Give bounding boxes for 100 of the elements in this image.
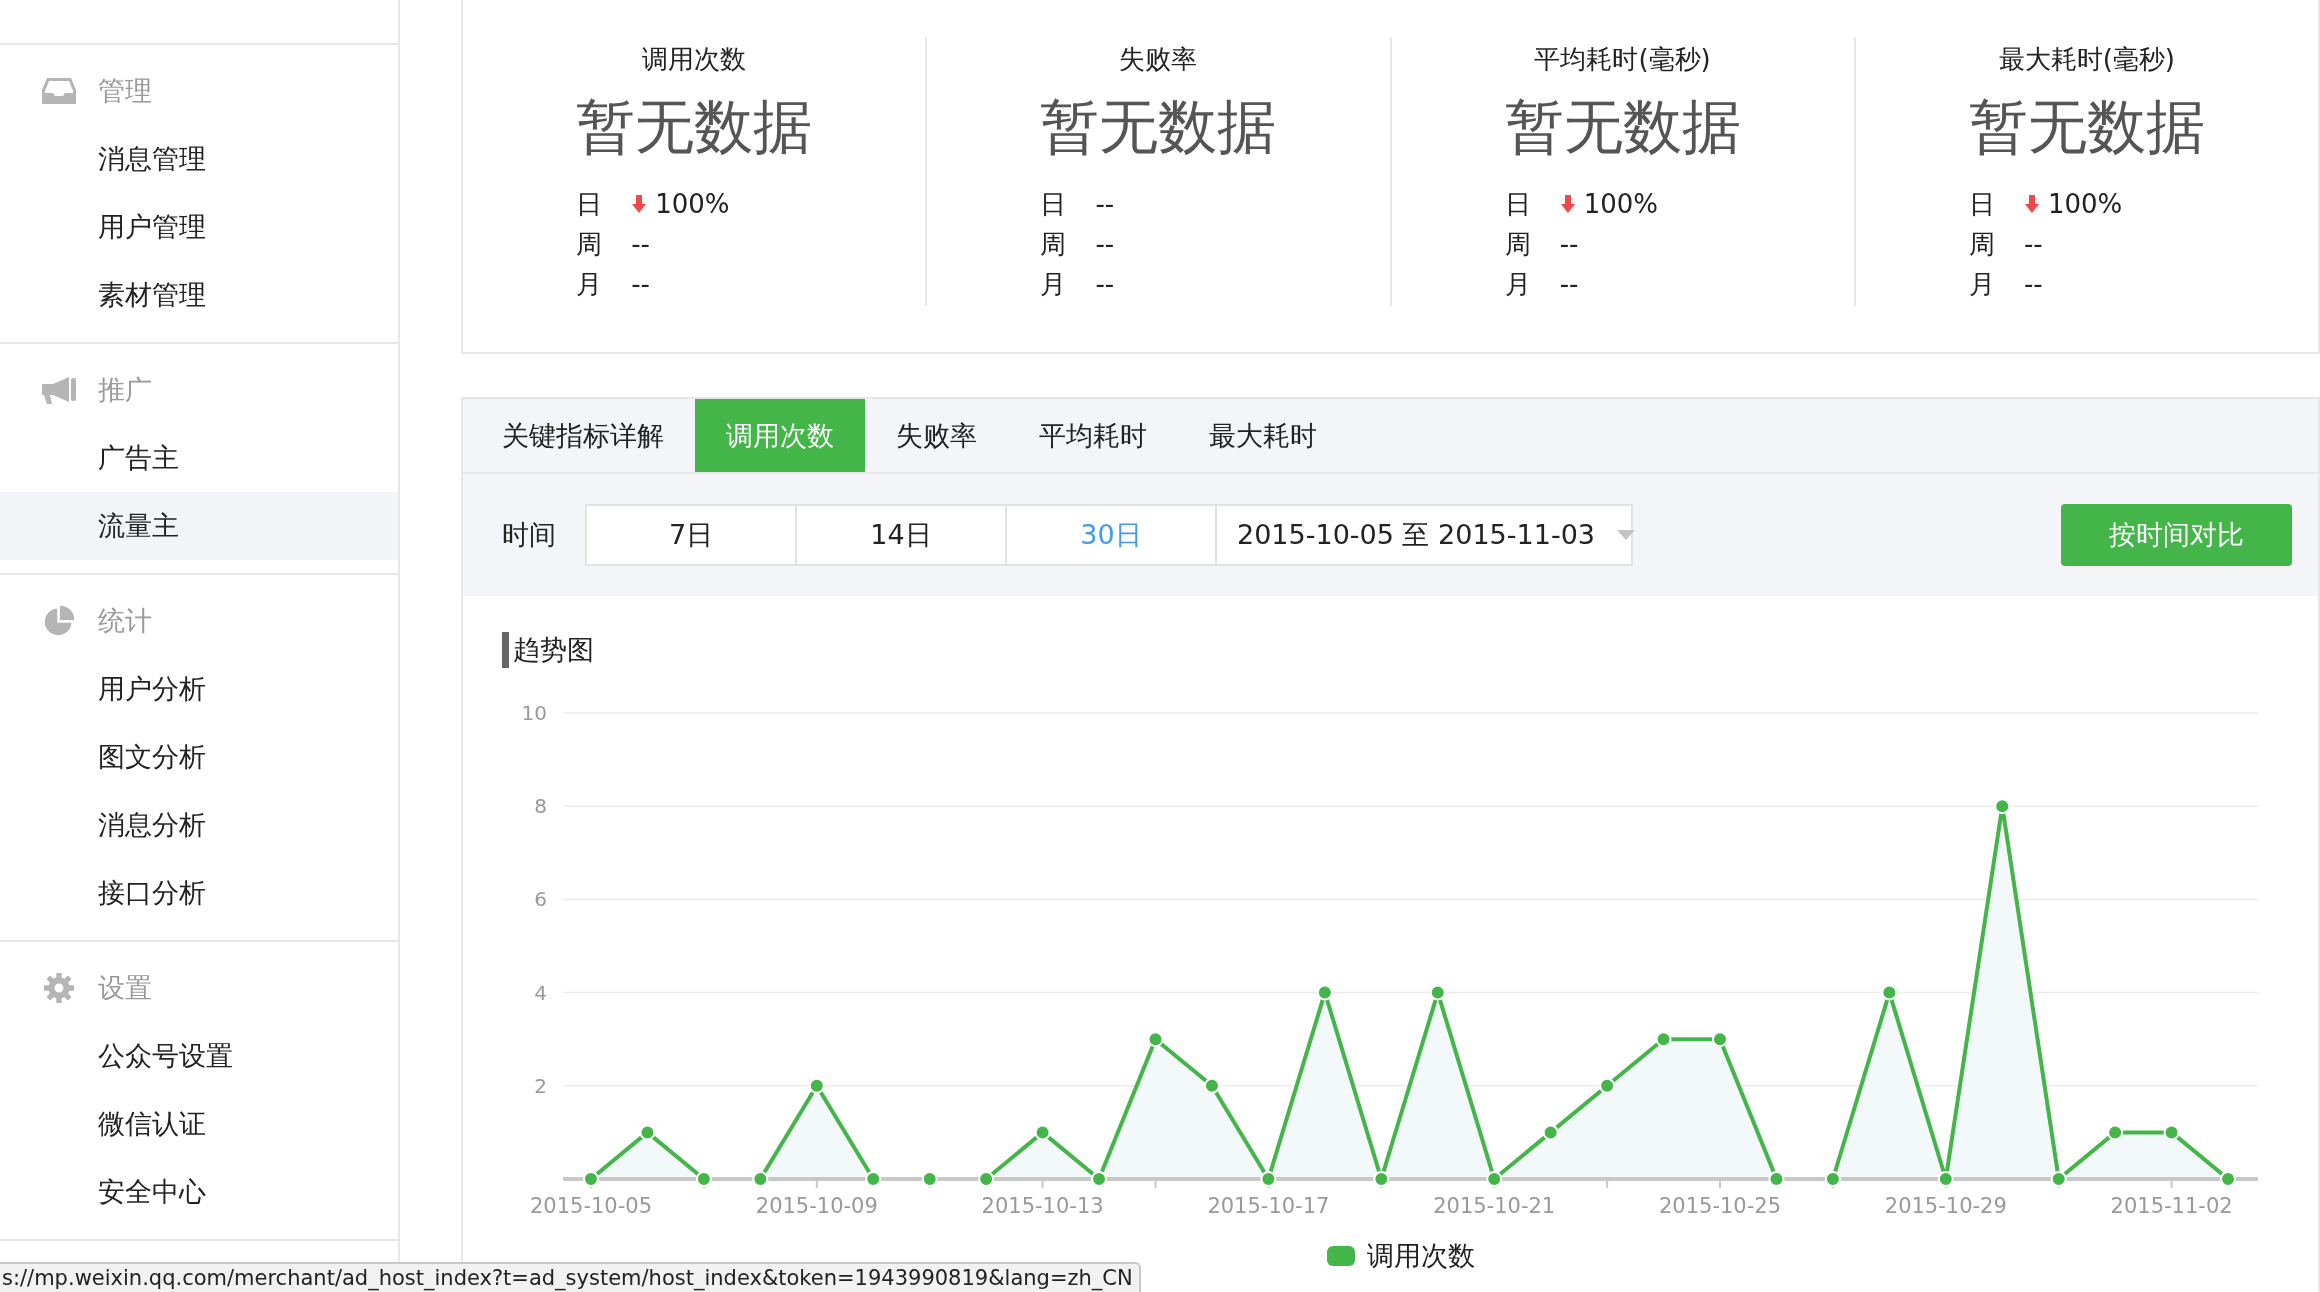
sidebar-section-title: 设置 (98, 971, 152, 1005)
sidebar-item[interactable]: 微信认证 (0, 1090, 398, 1158)
x-axis-label: 2015-10-05 (530, 1194, 652, 1218)
change-value: 100% (655, 189, 730, 219)
data-point (2220, 1171, 2237, 1187)
data-point (1091, 1171, 1108, 1187)
data-point (1994, 798, 2011, 815)
sidebar-item[interactable]: 消息分析 (0, 791, 398, 859)
stat-value: 暂无数据 (1968, 92, 2205, 162)
down-arrow-icon (2023, 194, 2040, 214)
data-point (752, 1171, 769, 1187)
sidebar-item[interactable]: 用户分析 (0, 655, 398, 723)
settings-icon (41, 972, 77, 1004)
caret-icon (1617, 530, 1635, 540)
date-range-dropdown[interactable]: 2015-10-05 至 2015-11-03 (1217, 506, 1631, 564)
data-point (639, 1124, 656, 1141)
change-value: -- (1095, 269, 1115, 299)
data-point (1316, 984, 1333, 1001)
sidebar-item[interactable]: 图文分析 (0, 723, 398, 791)
data-point (1260, 1171, 1277, 1187)
period-label: 周 (576, 227, 604, 261)
stat-value: 暂无数据 (576, 92, 813, 162)
x-axis-label: 2015-11-02 (2110, 1194, 2233, 1218)
y-axis-label: 2 (534, 1073, 547, 1098)
tab[interactable]: 最大耗时 (1178, 399, 1348, 472)
y-axis-label: 8 (534, 794, 547, 819)
legend-swatch (1326, 1246, 1355, 1266)
change-value: -- (1095, 189, 1115, 219)
sidebar-item[interactable]: 流量主 (0, 492, 398, 560)
tab[interactable]: 失败率 (865, 399, 1008, 472)
period-label: 周 (1040, 227, 1068, 261)
stat-title: 最大耗时(毫秒) (1998, 43, 2175, 76)
status-bar-url: s://mp.weixin.qq.com/merchant/ad_host_index?t=ad_system/host_index&token=1943990819&lang=zh_CN (0, 1262, 1141, 1292)
data-point (1768, 1171, 1785, 1187)
time-label: 时间 (502, 518, 557, 552)
period-label: 日 (1504, 187, 1532, 221)
y-axis-label: 4 (534, 980, 547, 1005)
x-axis-label: 2015-10-29 (1884, 1194, 2007, 1218)
change-value: -- (2023, 229, 2043, 259)
change-value: -- (1559, 229, 1579, 259)
period-label: 日 (1968, 187, 1996, 221)
sidebar-section-title: 统计 (98, 604, 152, 638)
down-arrow-icon (1559, 194, 1576, 214)
sidebar-item[interactable]: 消息管理 (0, 125, 398, 193)
legend-label[interactable]: 调用次数 (1366, 1238, 1475, 1274)
stat-title: 调用次数 (642, 43, 747, 76)
data-point (1373, 1171, 1390, 1187)
data-point (1486, 1171, 1503, 1187)
change-value: 100% (1583, 189, 1658, 219)
sidebar-section-title: 管理 (98, 74, 152, 108)
range-option[interactable]: 7日 (587, 506, 797, 564)
data-point (583, 1171, 599, 1187)
sidebar-item[interactable]: 接口分析 (0, 859, 398, 927)
data-point (1824, 1171, 1841, 1187)
stat-title: 平均耗时(毫秒) (1534, 43, 1711, 76)
stat-value: 暂无数据 (1504, 92, 1741, 162)
sidebar-item[interactable]: 公众号设置 (0, 1022, 398, 1090)
change-value: -- (631, 229, 650, 259)
sidebar-item[interactable]: 素材管理 (0, 261, 398, 329)
sidebar-item[interactable]: 广告主 (0, 424, 398, 492)
data-point (1147, 1031, 1164, 1048)
change-value: -- (1095, 229, 1115, 259)
data-point (1542, 1124, 1559, 1141)
period-label: 日 (1040, 187, 1068, 221)
data-point (1599, 1077, 1616, 1094)
sidebar-section-title: 推广 (98, 373, 152, 407)
data-point (978, 1171, 995, 1187)
data-point (2163, 1124, 2180, 1141)
data-point (2107, 1124, 2124, 1141)
period-label: 周 (1968, 227, 1996, 261)
megaphone-icon (41, 374, 77, 406)
period-label: 月 (1040, 267, 1068, 301)
period-label: 月 (576, 267, 604, 301)
change-value: 100% (2047, 189, 2123, 219)
period-label: 月 (1968, 267, 1996, 301)
range-option[interactable]: 14日 (797, 506, 1007, 564)
chart-title: 趋势图 (502, 632, 594, 668)
tab[interactable]: 关键指标详解 (471, 399, 695, 472)
data-point (1655, 1031, 1672, 1048)
stat-title: 失败率 (1119, 43, 1198, 76)
data-point (1937, 1171, 1954, 1187)
x-axis-label: 2015-10-21 (1433, 1194, 1556, 1218)
data-point (1881, 984, 1898, 1001)
tab[interactable]: 平均耗时 (1008, 399, 1178, 472)
period-label: 周 (1504, 227, 1532, 261)
data-point (2050, 1171, 2067, 1187)
change-value: -- (1559, 269, 1579, 299)
change-value: -- (631, 269, 650, 299)
sidebar-item[interactable]: 安全中心 (0, 1158, 398, 1226)
down-arrow-icon (631, 194, 648, 214)
x-axis-label: 2015-10-17 (1207, 1194, 1330, 1218)
sidebar-item[interactable]: 用户管理 (0, 193, 398, 261)
x-axis-label: 2015-10-13 (981, 1194, 1104, 1218)
stat-value: 暂无数据 (1040, 92, 1277, 162)
data-point (865, 1171, 882, 1187)
period-label: 日 (576, 187, 604, 221)
y-axis-label: 10 (521, 701, 547, 725)
x-axis-label: 2015-10-09 (755, 1194, 878, 1218)
data-point (695, 1171, 712, 1187)
change-value: -- (2023, 269, 2043, 299)
